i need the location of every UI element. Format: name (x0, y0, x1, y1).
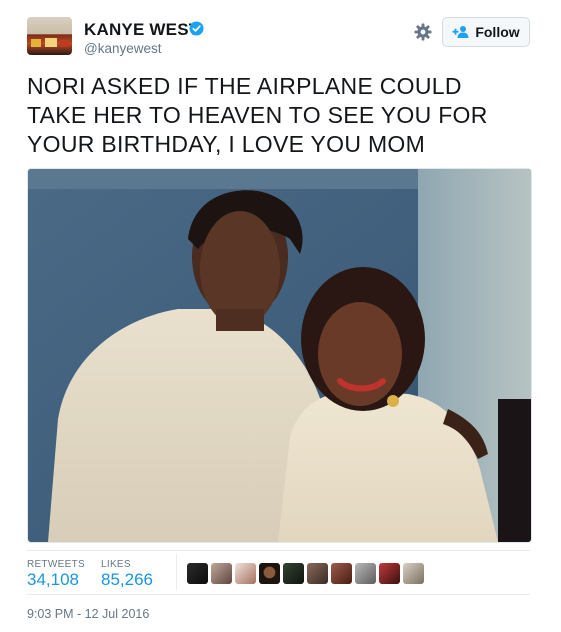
gear-icon[interactable] (413, 22, 433, 42)
retweets-label: RETWEETS (27, 559, 85, 570)
divider (27, 550, 530, 551)
tweet-card: KANYE WEST @kanyewest Follow NORI ASKED (0, 0, 561, 632)
avatar-detail (60, 40, 69, 47)
photo-image (28, 169, 531, 542)
avatar-detail (31, 39, 41, 47)
divider (27, 594, 530, 595)
liker-avatar[interactable] (403, 563, 424, 584)
tweet-timestamp[interactable]: 9:03 PM - 12 Jul 2016 (27, 607, 149, 621)
follow-label: Follow (475, 24, 520, 40)
liker-avatars (187, 563, 424, 584)
divider (176, 554, 177, 590)
avatar-detail (45, 38, 57, 47)
tweet-text: NORI ASKED IF THE AIRPLANE COULD TAKE HE… (27, 72, 537, 159)
liker-avatar[interactable] (307, 563, 328, 584)
tweet-text-line: YOUR BIRTHDAY, I LOVE YOU MOM (27, 131, 426, 157)
liker-avatar[interactable] (355, 563, 376, 584)
tweet-photo[interactable] (27, 168, 532, 543)
liker-avatar[interactable] (331, 563, 352, 584)
liker-avatar[interactable] (259, 563, 280, 584)
liker-avatar[interactable] (187, 563, 208, 584)
user-name[interactable]: KANYE WEST (84, 20, 199, 40)
verified-badge-icon (189, 21, 204, 36)
user-avatar[interactable] (27, 17, 72, 55)
follow-button[interactable]: Follow (442, 17, 530, 47)
liker-avatar[interactable] (235, 563, 256, 584)
likes-label: LIKES (101, 559, 131, 570)
tweet-text-line: TAKE HER TO HEAVEN TO SEE YOU FOR (27, 102, 488, 128)
likes-count[interactable]: 85,266 (101, 570, 153, 590)
tweet-text-line: NORI ASKED IF THE AIRPLANE COULD (27, 73, 462, 99)
retweets-count[interactable]: 34,108 (27, 570, 79, 590)
liker-avatar[interactable] (211, 563, 232, 584)
user-handle[interactable]: @kanyewest (84, 41, 162, 56)
liker-avatar[interactable] (379, 563, 400, 584)
add-user-icon (452, 26, 469, 38)
liker-avatar[interactable] (283, 563, 304, 584)
